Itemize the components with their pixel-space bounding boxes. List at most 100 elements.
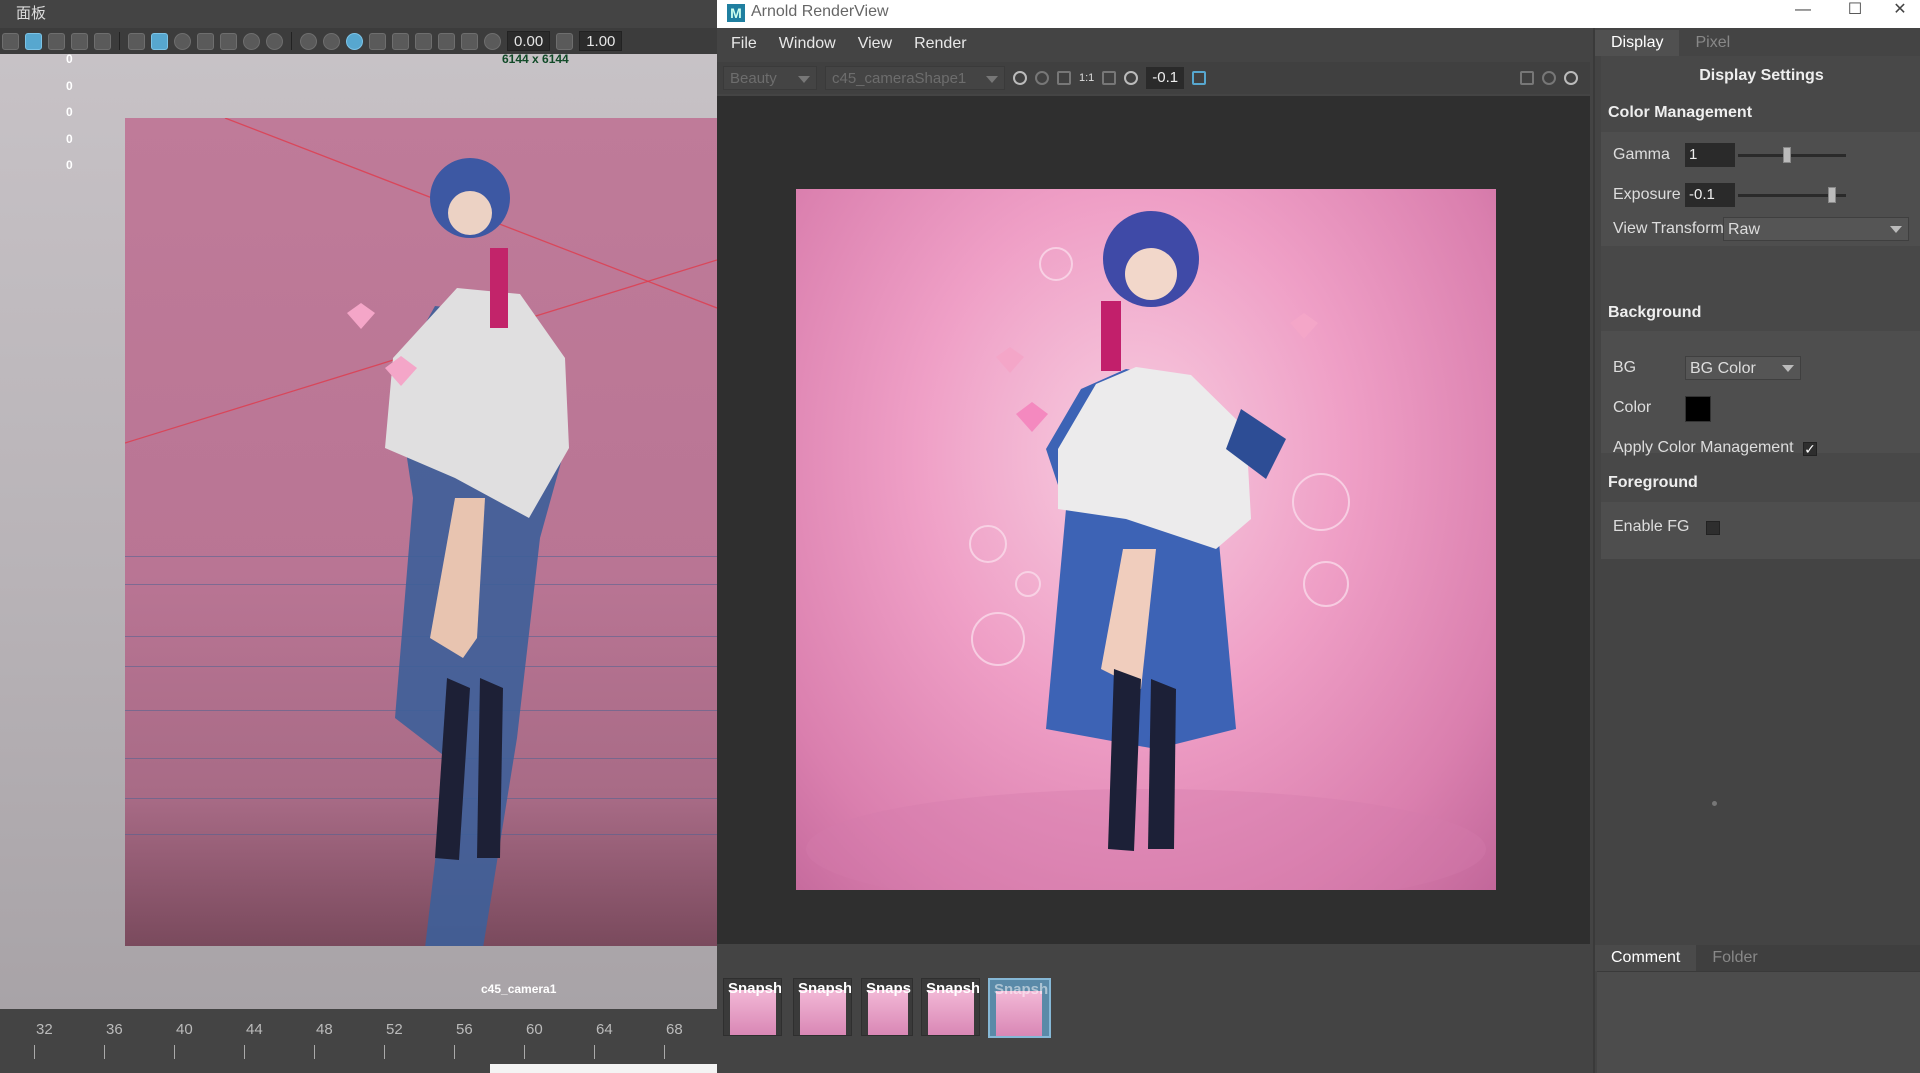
snapshot-item[interactable]: Snaps — [861, 978, 913, 1036]
exposure-icon[interactable] — [484, 32, 501, 50]
section-color-management[interactable]: Color Management — [1608, 104, 1752, 122]
snapshot-item[interactable]: Snapsh — [921, 978, 980, 1036]
chevron-down-icon — [798, 76, 810, 83]
hud-values: 0 0 0 0 0 — [66, 52, 73, 185]
bg-color-label: Color — [1613, 399, 1652, 416]
gamma-field[interactable]: 1 — [1685, 143, 1735, 167]
exposure-field[interactable]: 0.00 — [507, 31, 551, 51]
timeline-tick — [524, 1045, 525, 1059]
view-transform-dropdown[interactable]: Raw — [1723, 217, 1909, 241]
exposure-field[interactable]: -0.1 — [1146, 67, 1185, 89]
chevron-down-icon — [1782, 365, 1794, 372]
hud-value: 0 — [66, 158, 73, 172]
close-button[interactable]: ✕ — [1880, 0, 1920, 24]
gate-mask-icon[interactable] — [461, 32, 478, 50]
aov-dropdown[interactable]: Beauty — [723, 66, 817, 90]
render-icon[interactable] — [1520, 71, 1534, 85]
menu-window[interactable]: Window — [779, 35, 836, 53]
shade-wireframe-icon[interactable] — [174, 32, 191, 50]
minimize-button[interactable]: — — [1783, 0, 1823, 24]
ratio-button[interactable]: 1:1 — [1079, 72, 1094, 84]
timeline-tick-label: 44 — [246, 1021, 263, 1038]
wireframe-icon[interactable] — [128, 32, 145, 50]
window-titlebar[interactable]: M Arnold RenderView — ☐ ✕ — [717, 0, 1920, 28]
enable-fg-label: Enable FG — [1613, 518, 1690, 535]
section-foreground[interactable]: Foreground — [1608, 474, 1698, 492]
timeline-tick — [664, 1045, 665, 1059]
xray-joints-icon[interactable] — [415, 32, 432, 50]
image-plane-icon[interactable] — [71, 32, 88, 50]
camera-dropdown[interactable]: c45_cameraShape1 — [825, 66, 1005, 90]
default-material-icon[interactable] — [197, 32, 214, 50]
timeline-tick-label: 52 — [386, 1021, 403, 1038]
crosshair-icon[interactable] — [1102, 71, 1117, 85]
camera-attributes-icon[interactable] — [25, 32, 42, 50]
bg-dropdown[interactable]: BG Color — [1685, 356, 1801, 380]
menu-render[interactable]: Render — [914, 35, 966, 53]
region-icon[interactable] — [1035, 71, 1049, 85]
section-background[interactable]: Background — [1608, 304, 1701, 322]
desktop: 面板 0.00 1.00 0 0 0 0 0 6144 x 6144 c45_c… — [0, 0, 1920, 1073]
ipr-refresh-icon[interactable] — [1542, 71, 1556, 85]
command-line-strip[interactable] — [490, 1064, 717, 1073]
channel-rgb-icon[interactable] — [1013, 71, 1027, 85]
viewport-toolbar: 0.00 1.00 — [0, 28, 717, 54]
render-illustration — [806, 211, 1486, 890]
gamma-field[interactable]: 1.00 — [579, 31, 623, 51]
tab-folder[interactable]: Folder — [1696, 945, 1773, 971]
snapshot-label: Snaps — [866, 980, 912, 997]
shadows-icon[interactable] — [266, 32, 283, 50]
background-body: BG BG Color Color Apply Color Management… — [1601, 331, 1920, 456]
grid-toggle-icon[interactable] — [94, 32, 111, 50]
render-canvas[interactable] — [717, 96, 1590, 944]
motion-blur-icon[interactable] — [323, 32, 340, 50]
antialiasing-icon[interactable] — [346, 32, 363, 50]
snapshot-item-selected[interactable]: Snapsh — [988, 978, 1051, 1038]
color-correct-icon[interactable] — [1192, 71, 1207, 85]
enable-fg-checkbox[interactable] — [1706, 521, 1720, 535]
menu-view[interactable]: View — [858, 35, 892, 53]
timeline-tick — [314, 1045, 315, 1059]
exposure-field[interactable]: -0.1 — [1685, 183, 1735, 207]
arnold-renderview-window: M Arnold RenderView — ☐ ✕ File Window Vi… — [717, 0, 1920, 1073]
hud-value: 0 — [66, 78, 73, 93]
gear-icon[interactable] — [1564, 71, 1578, 85]
gamma-slider-handle[interactable] — [1783, 147, 1791, 163]
smooth-shade-icon[interactable] — [151, 32, 168, 50]
film-gate-icon[interactable] — [48, 32, 65, 50]
camera-name-label: c45_camera1 — [481, 982, 557, 996]
menu-file[interactable]: File — [731, 35, 757, 53]
snapshot-item[interactable]: Snapsh — [793, 978, 852, 1036]
timeline-tick-label: 36 — [106, 1021, 123, 1038]
select-camera-icon[interactable] — [2, 32, 19, 50]
tab-comment[interactable]: Comment — [1595, 945, 1697, 971]
maya-logo-icon: M — [727, 4, 745, 22]
bottom-tabs: Comment Folder — [1595, 945, 1920, 971]
gamma-icon[interactable] — [556, 32, 574, 50]
tab-display[interactable]: Display — [1595, 30, 1680, 56]
bg-color-swatch[interactable] — [1685, 396, 1711, 422]
comment-textarea[interactable] — [1597, 971, 1920, 1073]
xray-icon[interactable] — [392, 32, 409, 50]
ambient-occlusion-icon[interactable] — [300, 32, 317, 50]
tab-pixel[interactable]: Pixel — [1679, 30, 1746, 56]
snapshot-item[interactable]: Snapsh — [723, 978, 782, 1036]
view-transform-value: Raw — [1728, 221, 1761, 238]
panel-heading: Display Settings — [1699, 67, 1824, 84]
isolate-select-icon[interactable] — [369, 32, 386, 50]
toolbar-separator — [291, 32, 292, 50]
exposure-icon[interactable] — [1124, 71, 1139, 85]
resolution-gate-icon[interactable] — [438, 32, 455, 50]
apply-color-management-label: Apply Color Management — [1613, 439, 1794, 456]
maximize-button[interactable]: ☐ — [1835, 0, 1875, 24]
lights-icon[interactable] — [243, 32, 260, 50]
timeline-tick-label: 40 — [176, 1021, 193, 1038]
gamma-slider[interactable] — [1738, 154, 1846, 157]
refresh-icon[interactable] — [1057, 71, 1071, 85]
timeline-tick — [244, 1045, 245, 1059]
timeline-tick — [34, 1045, 35, 1059]
apply-color-management-checkbox[interactable]: ✓ — [1803, 442, 1817, 456]
exposure-slider-handle[interactable] — [1828, 187, 1836, 203]
foreground-body: Enable FG — [1601, 502, 1920, 559]
textured-icon[interactable] — [220, 32, 237, 50]
